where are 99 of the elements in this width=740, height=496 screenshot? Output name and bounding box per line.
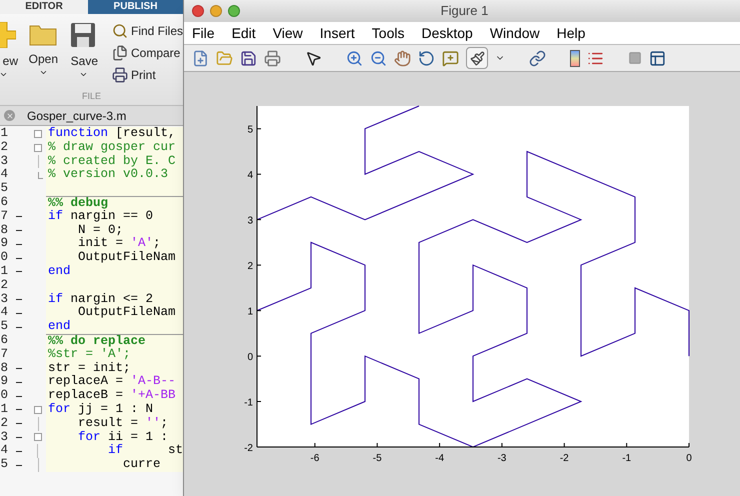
ribbon-button[interactable]: Print — [112, 66, 184, 84]
caret-icon — [38, 68, 48, 77]
x-tick-label: -1 — [622, 453, 632, 464]
y-tick-label: -2 — [244, 443, 253, 454]
line-number: 6 — [0, 196, 8, 210]
line-number: 5 — [0, 182, 8, 196]
y-tick-label: 5 — [247, 124, 253, 136]
ribbon-tab[interactable]: EDITOR — [0, 0, 88, 14]
hand-icon[interactable] — [394, 50, 411, 67]
line-number: 1 — [0, 402, 8, 417]
breakpoint-dash[interactable] — [16, 298, 22, 300]
caret-icon — [0, 70, 8, 79]
zoom-icon[interactable] — [228, 4, 240, 17]
ribbon-button[interactable]: Save — [68, 22, 98, 84]
ribbon-button[interactable]: Find Files — [112, 22, 184, 40]
breakpoint-dash[interactable] — [16, 326, 22, 328]
fold-toggle[interactable] — [34, 406, 42, 414]
ribbon-button[interactable]: ew — [0, 22, 18, 84]
zoom-in-icon[interactable] — [346, 50, 363, 67]
y-tick-label: 2 — [247, 261, 253, 272]
fold-end — [38, 172, 42, 179]
y-tick-label: 3 — [247, 216, 253, 227]
line-number: 0 — [0, 389, 8, 403]
menu-item[interactable]: Tools — [372, 22, 404, 44]
data-cursor-icon[interactable] — [442, 50, 459, 67]
x-tick-label: -3 — [497, 453, 506, 464]
x-tick-label: -4 — [435, 453, 444, 464]
breakpoint-dash[interactable] — [16, 271, 22, 272]
colorbar-icon[interactable] — [570, 50, 580, 67]
breakpoint-dash[interactable] — [16, 258, 22, 259]
y-tick-label: 4 — [247, 170, 253, 182]
menu-item[interactable]: View — [272, 22, 303, 44]
y-tick-label: 1 — [247, 306, 253, 318]
x-tick-label: -6 — [310, 453, 320, 464]
layout-icon[interactable] — [649, 50, 666, 67]
line-number: 8 — [0, 362, 8, 376]
section-label: FILE — [80, 90, 102, 102]
line-number: 3 — [0, 430, 8, 444]
line-number: 2 — [0, 140, 8, 155]
line-number: 3 — [0, 292, 8, 306]
breakpoint-dash[interactable] — [16, 409, 22, 410]
breakpoint-dash[interactable] — [16, 450, 22, 452]
breakpoint-dash[interactable] — [16, 423, 22, 424]
printer-icon — [112, 67, 128, 83]
menu-item[interactable]: File — [192, 22, 215, 44]
x-tick-label: -5 — [372, 453, 382, 464]
line-number: 0 — [0, 251, 8, 265]
breakpoint-dash[interactable] — [16, 244, 22, 245]
line-number: 9 — [0, 375, 8, 390]
x-tick-label: 0 — [686, 453, 692, 464]
line-number: 5 — [0, 320, 8, 334]
brush-button[interactable] — [466, 47, 488, 70]
y-tick-label: -1 — [244, 398, 253, 409]
line-number: 4 — [0, 306, 8, 320]
menu-item[interactable]: Desktop — [421, 22, 473, 44]
line-number: 5 — [0, 458, 8, 472]
rotate-icon[interactable] — [418, 50, 435, 67]
caret-icon — [78, 70, 88, 79]
x-tick-label: -2 — [560, 453, 569, 464]
line-number: 2 — [0, 416, 8, 431]
menu-item[interactable]: Window — [490, 22, 540, 44]
save-icon[interactable] — [240, 50, 257, 67]
printer-icon[interactable] — [264, 50, 281, 67]
ribbon-tab[interactable]: PUBLISH — [88, 0, 183, 14]
breakpoint-dash[interactable] — [16, 230, 22, 231]
breakpoint-dash[interactable] — [16, 464, 22, 466]
line-number: 9 — [0, 237, 8, 252]
menu-item[interactable]: Edit — [232, 22, 256, 44]
line-number: 4 — [0, 168, 8, 182]
line-number: 7 — [0, 348, 8, 362]
line-number: 2 — [0, 278, 8, 293]
zoom-out-icon[interactable] — [370, 50, 387, 67]
line-number: 4 — [0, 444, 8, 458]
ribbon-button[interactable]: Compare — [112, 44, 184, 62]
window-title: Figure 1 — [440, 2, 490, 20]
new-file-icon[interactable] — [192, 50, 209, 67]
documents-icon — [112, 45, 128, 61]
fold-toggle[interactable] — [34, 433, 42, 442]
y-tick-label: 0 — [247, 352, 253, 364]
breakpoint-dash[interactable] — [16, 312, 22, 314]
line-number: 1 — [0, 264, 8, 279]
menu-item[interactable]: Help — [556, 22, 586, 44]
line-number: 8 — [0, 224, 8, 238]
pointer-icon[interactable] — [305, 50, 322, 67]
close-icon[interactable] — [192, 4, 204, 17]
link-icon[interactable] — [529, 50, 546, 67]
minimize-icon[interactable] — [210, 4, 222, 17]
breakpoint-dash[interactable] — [16, 396, 22, 397]
line-number: 3 — [0, 154, 8, 168]
menu-item[interactable]: Insert — [320, 22, 355, 44]
line-number: 7 — [0, 210, 8, 224]
breakpoint-dash[interactable] — [16, 368, 22, 369]
breakpoint-dash[interactable] — [16, 382, 22, 383]
ribbon-button[interactable]: Open — [28, 22, 58, 84]
breakpoint-dash[interactable] — [16, 436, 22, 438]
breakpoint-dash[interactable] — [16, 216, 22, 218]
line-number: 6 — [0, 334, 8, 348]
search-icon — [112, 23, 128, 39]
line-number: 1 — [0, 127, 8, 141]
